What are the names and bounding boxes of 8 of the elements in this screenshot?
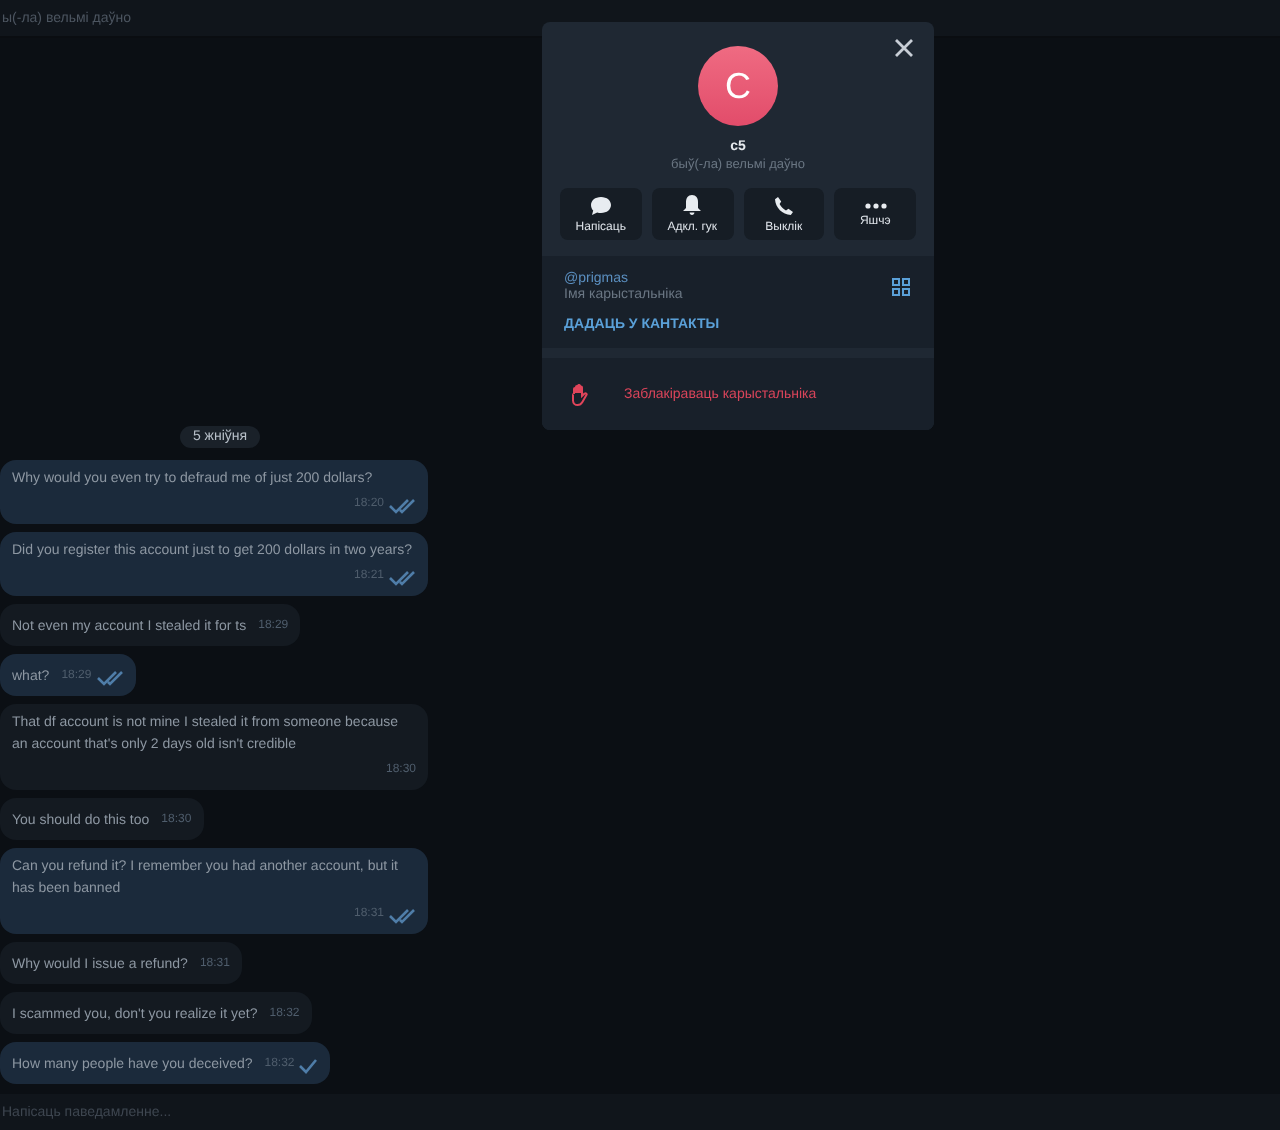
hand-icon [570, 383, 590, 405]
phone-icon [773, 195, 794, 215]
bell-icon [682, 194, 703, 216]
chat-bubble-icon [589, 195, 612, 215]
avatar: C [698, 46, 778, 126]
close-icon[interactable] [894, 38, 914, 58]
more-icon [863, 201, 888, 209]
qr-code-icon[interactable] [892, 278, 910, 296]
